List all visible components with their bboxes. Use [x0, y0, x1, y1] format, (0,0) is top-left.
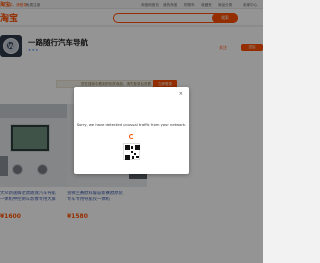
close-icon[interactable]: × — [179, 91, 183, 97]
qr-module — [136, 156, 139, 158]
qr-code — [123, 143, 140, 160]
qr-module — [134, 153, 136, 155]
qr-finder — [125, 155, 130, 160]
loading-icon — [129, 134, 134, 139]
qr-module — [132, 156, 134, 159]
traffic-warning-dialog: × Sorry, we have detected unusual traffi… — [74, 87, 189, 174]
qr-finder — [135, 145, 140, 150]
qr-finder — [125, 145, 130, 150]
qr-module — [131, 151, 133, 153]
qr-module — [131, 146, 133, 149]
traffic-warning-message: Sorry, we have detected unusual traffic … — [76, 123, 187, 127]
